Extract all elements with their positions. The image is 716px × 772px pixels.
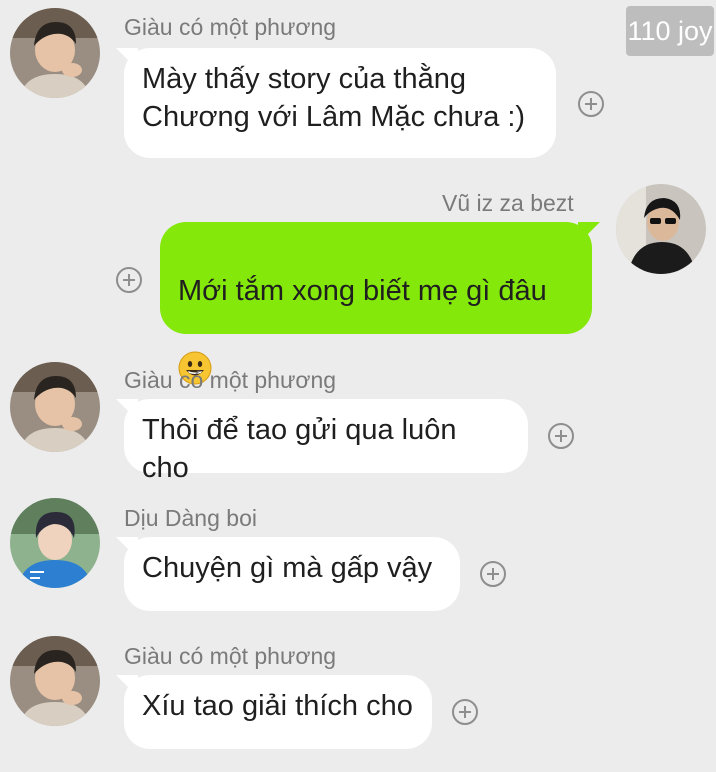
message-bubble[interactable]: Chuyện gì mà gấp vậy bbox=[124, 537, 460, 611]
add-reaction-icon[interactable] bbox=[548, 423, 574, 449]
boy-sunglasses-avatar-icon bbox=[616, 184, 706, 274]
avatar-vu-iz-za-bezt[interactable] bbox=[616, 184, 706, 274]
sender-name: Vũ iz za bezt bbox=[442, 190, 574, 216]
add-reaction-icon[interactable] bbox=[116, 267, 142, 293]
add-reaction-icon[interactable] bbox=[578, 91, 604, 117]
message-bubble[interactable]: Mày thấy story của thằng Chương với Lâm … bbox=[124, 48, 556, 158]
message-text: Mới tắm xong biết mẹ gì đâu bbox=[178, 275, 547, 307]
boy-blue-shirt-avatar-icon bbox=[10, 498, 100, 588]
avatar-diu-dang-boi[interactable] bbox=[10, 498, 100, 588]
sender-name: Giàu có một phương bbox=[124, 14, 337, 40]
sender-name: Giàu có một phương bbox=[124, 367, 337, 393]
message-bubble[interactable]: Thôi để tao gửi qua luôn cho bbox=[124, 399, 528, 484]
boy-chin-on-hand-avatar-icon bbox=[10, 362, 100, 452]
avatar-giau-co-mot-phuong[interactable] bbox=[10, 8, 100, 98]
message-bubble-outgoing[interactable]: Mới tắm xong biết mẹ gì đâu bbox=[160, 222, 592, 385]
watermark-badge: 110 joy bbox=[626, 6, 714, 56]
avatar-giau-co-mot-phuong[interactable] bbox=[10, 636, 100, 726]
message-bubble[interactable]: Xíu tao giải thích cho bbox=[124, 675, 432, 749]
boy-chin-on-hand-avatar-icon bbox=[10, 636, 100, 726]
sender-name: Dịu Dàng boi bbox=[124, 505, 257, 531]
boy-chin-on-hand-avatar-icon bbox=[10, 8, 100, 98]
add-reaction-icon[interactable] bbox=[480, 561, 506, 587]
add-reaction-icon[interactable] bbox=[452, 699, 478, 725]
sender-name: Giàu có một phương bbox=[124, 643, 337, 669]
avatar-giau-co-mot-phuong[interactable] bbox=[10, 362, 100, 452]
